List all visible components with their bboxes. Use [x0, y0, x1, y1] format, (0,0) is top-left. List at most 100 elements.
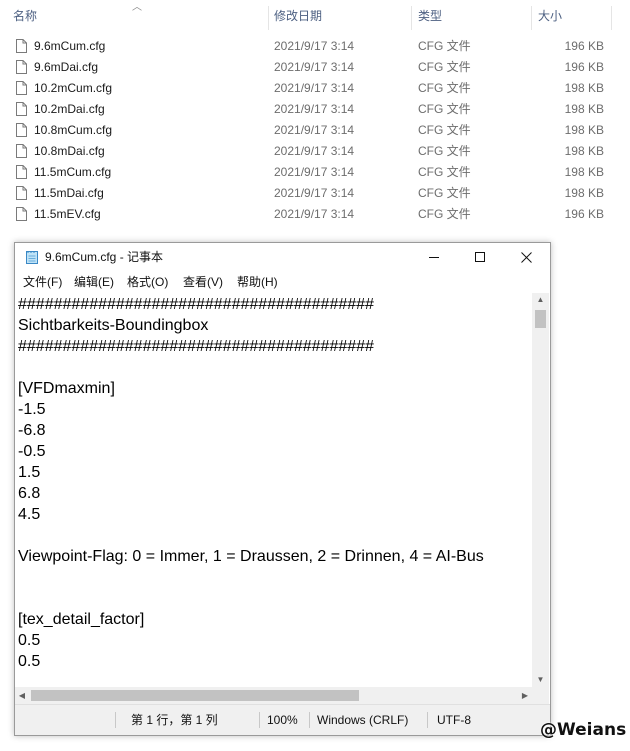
- editor-content[interactable]: ########################################…: [18, 294, 484, 672]
- watermark: @Weians: [540, 720, 627, 740]
- menu-file[interactable]: 文件(F): [23, 271, 62, 293]
- menu-edit[interactable]: 编辑(E): [74, 271, 114, 293]
- file-type: CFG 文件: [418, 123, 471, 137]
- status-divider: [309, 712, 310, 728]
- minimize-icon: [429, 257, 439, 258]
- notepad-icon: [26, 251, 38, 264]
- maximize-button[interactable]: [457, 243, 503, 271]
- file-type: CFG 文件: [418, 186, 471, 200]
- file-size: 198 KB: [564, 165, 604, 179]
- column-name[interactable]: 名称: [13, 0, 37, 32]
- vertical-scroll-thumb[interactable]: [535, 310, 546, 328]
- file-name[interactable]: 9.6mCum.cfg: [34, 36, 105, 57]
- file-type: CFG 文件: [418, 144, 471, 158]
- file-type: CFG 文件: [418, 102, 471, 116]
- file-type: CFG 文件: [418, 165, 471, 179]
- file-name[interactable]: 9.6mDai.cfg: [34, 57, 98, 78]
- close-button[interactable]: [503, 243, 549, 271]
- minimize-button[interactable]: [411, 243, 457, 271]
- file-name[interactable]: 11.5mDai.cfg: [34, 183, 104, 204]
- file-size: 196 KB: [564, 60, 604, 74]
- file-name[interactable]: 11.5mCum.cfg: [34, 162, 111, 183]
- vertical-scrollbar[interactable]: ▲ ▼: [532, 293, 549, 687]
- column-size[interactable]: 大小: [538, 0, 562, 32]
- column-date[interactable]: 修改日期: [274, 0, 322, 32]
- file-size: 198 KB: [564, 81, 604, 95]
- scroll-left-icon[interactable]: ◀: [15, 687, 29, 704]
- file-size: 196 KB: [564, 207, 604, 221]
- file-size: 198 KB: [564, 102, 604, 116]
- file-row[interactable]: 10.8mCum.cfg 2021/9/17 3:14 CFG 文件 198 KB: [0, 120, 630, 141]
- file-modified-date: 2021/9/17 3:14: [274, 144, 355, 158]
- file-name[interactable]: 10.8mDai.cfg: [34, 141, 105, 162]
- file-icon: [16, 144, 27, 158]
- file-name[interactable]: 11.5mEV.cfg: [34, 204, 101, 225]
- window-title: 9.6mCum.cfg - 记事本: [45, 250, 164, 264]
- menu-bar: 文件(F) 编辑(E) 格式(O) 查看(V) 帮助(H): [15, 271, 550, 293]
- column-type[interactable]: 类型: [418, 0, 442, 32]
- file-type: CFG 文件: [418, 60, 471, 74]
- column-divider[interactable]: [611, 6, 612, 30]
- menu-format[interactable]: 格式(O): [127, 271, 168, 293]
- file-row[interactable]: 9.6mDai.cfg 2021/9/17 3:14 CFG 文件 196 KB: [0, 57, 630, 78]
- zoom-level: 100%: [267, 713, 298, 727]
- file-icon: [16, 60, 27, 74]
- file-name[interactable]: 10.2mCum.cfg: [34, 78, 112, 99]
- scrollbar-corner: [532, 687, 549, 704]
- scroll-right-icon[interactable]: ▶: [518, 687, 532, 704]
- file-icon: [16, 207, 27, 221]
- column-divider[interactable]: [531, 6, 532, 30]
- file-modified-date: 2021/9/17 3:14: [274, 186, 355, 200]
- file-row[interactable]: 11.5mEV.cfg 2021/9/17 3:14 CFG 文件 196 KB: [0, 204, 630, 225]
- encoding: UTF-8: [437, 713, 471, 727]
- status-divider: [427, 712, 428, 728]
- scroll-down-icon[interactable]: ▼: [532, 673, 549, 687]
- column-divider[interactable]: [411, 6, 412, 30]
- status-bar: 第 1 行，第 1 列 100% Windows (CRLF) UTF-8: [15, 704, 550, 735]
- horizontal-scrollbar[interactable]: ◀ ▶: [15, 687, 532, 704]
- column-divider[interactable]: [268, 6, 269, 30]
- file-row[interactable]: 11.5mCum.cfg 2021/9/17 3:14 CFG 文件 198 KB: [0, 162, 630, 183]
- maximize-icon: [475, 252, 485, 262]
- close-icon: [520, 251, 532, 263]
- status-divider: [259, 712, 260, 728]
- file-type: CFG 文件: [418, 207, 471, 221]
- sort-ascending-icon: ︿: [132, 2, 142, 13]
- file-modified-date: 2021/9/17 3:14: [274, 207, 355, 221]
- file-size: 198 KB: [564, 186, 604, 200]
- file-row[interactable]: 9.6mCum.cfg 2021/9/17 3:14 CFG 文件 196 KB: [0, 36, 630, 57]
- scroll-up-icon[interactable]: ▲: [532, 293, 549, 307]
- menu-view[interactable]: 查看(V): [183, 271, 223, 293]
- menu-help[interactable]: 帮助(H): [237, 271, 278, 293]
- file-row[interactable]: 10.2mDai.cfg 2021/9/17 3:14 CFG 文件 198 KB: [0, 99, 630, 120]
- file-modified-date: 2021/9/17 3:14: [274, 123, 355, 137]
- file-modified-date: 2021/9/17 3:14: [274, 39, 355, 53]
- file-list: 9.6mCum.cfg 2021/9/17 3:14 CFG 文件 196 KB 9.6…: [0, 36, 630, 225]
- file-icon: [16, 81, 27, 95]
- column-header-bar: ︿ 名称 修改日期 类型 大小: [0, 0, 630, 32]
- file-icon: [16, 39, 27, 53]
- horizontal-scroll-thumb[interactable]: [31, 690, 359, 701]
- cursor-position: 第 1 行，第 1 列: [131, 713, 218, 727]
- file-icon: [16, 123, 27, 137]
- file-size: 196 KB: [564, 39, 604, 53]
- notepad-window: 9.6mCum.cfg - 记事本 文件(F) 编辑(E) 格式(O) 查看(V…: [14, 242, 551, 736]
- file-modified-date: 2021/9/17 3:14: [274, 81, 355, 95]
- file-modified-date: 2021/9/17 3:14: [274, 165, 355, 179]
- file-modified-date: 2021/9/17 3:14: [274, 102, 355, 116]
- file-modified-date: 2021/9/17 3:14: [274, 60, 355, 74]
- text-editor[interactable]: ########################################…: [15, 293, 532, 687]
- file-explorer: ︿ 名称 修改日期 类型 大小 9.6mCum.cfg 2021/9/17 3:1…: [0, 0, 630, 240]
- file-row[interactable]: 11.5mDai.cfg 2021/9/17 3:14 CFG 文件 198 KB: [0, 183, 630, 204]
- title-bar[interactable]: 9.6mCum.cfg - 记事本: [15, 243, 550, 271]
- file-name[interactable]: 10.2mDai.cfg: [34, 99, 105, 120]
- file-row[interactable]: 10.8mDai.cfg 2021/9/17 3:14 CFG 文件 198 KB: [0, 141, 630, 162]
- status-divider: [115, 712, 116, 728]
- file-row[interactable]: 10.2mCum.cfg 2021/9/17 3:14 CFG 文件 198 KB: [0, 78, 630, 99]
- file-name[interactable]: 10.8mCum.cfg: [34, 120, 112, 141]
- file-type: CFG 文件: [418, 81, 471, 95]
- file-type: CFG 文件: [418, 39, 471, 53]
- line-ending: Windows (CRLF): [317, 713, 409, 727]
- file-size: 198 KB: [564, 123, 604, 137]
- file-icon: [16, 102, 27, 116]
